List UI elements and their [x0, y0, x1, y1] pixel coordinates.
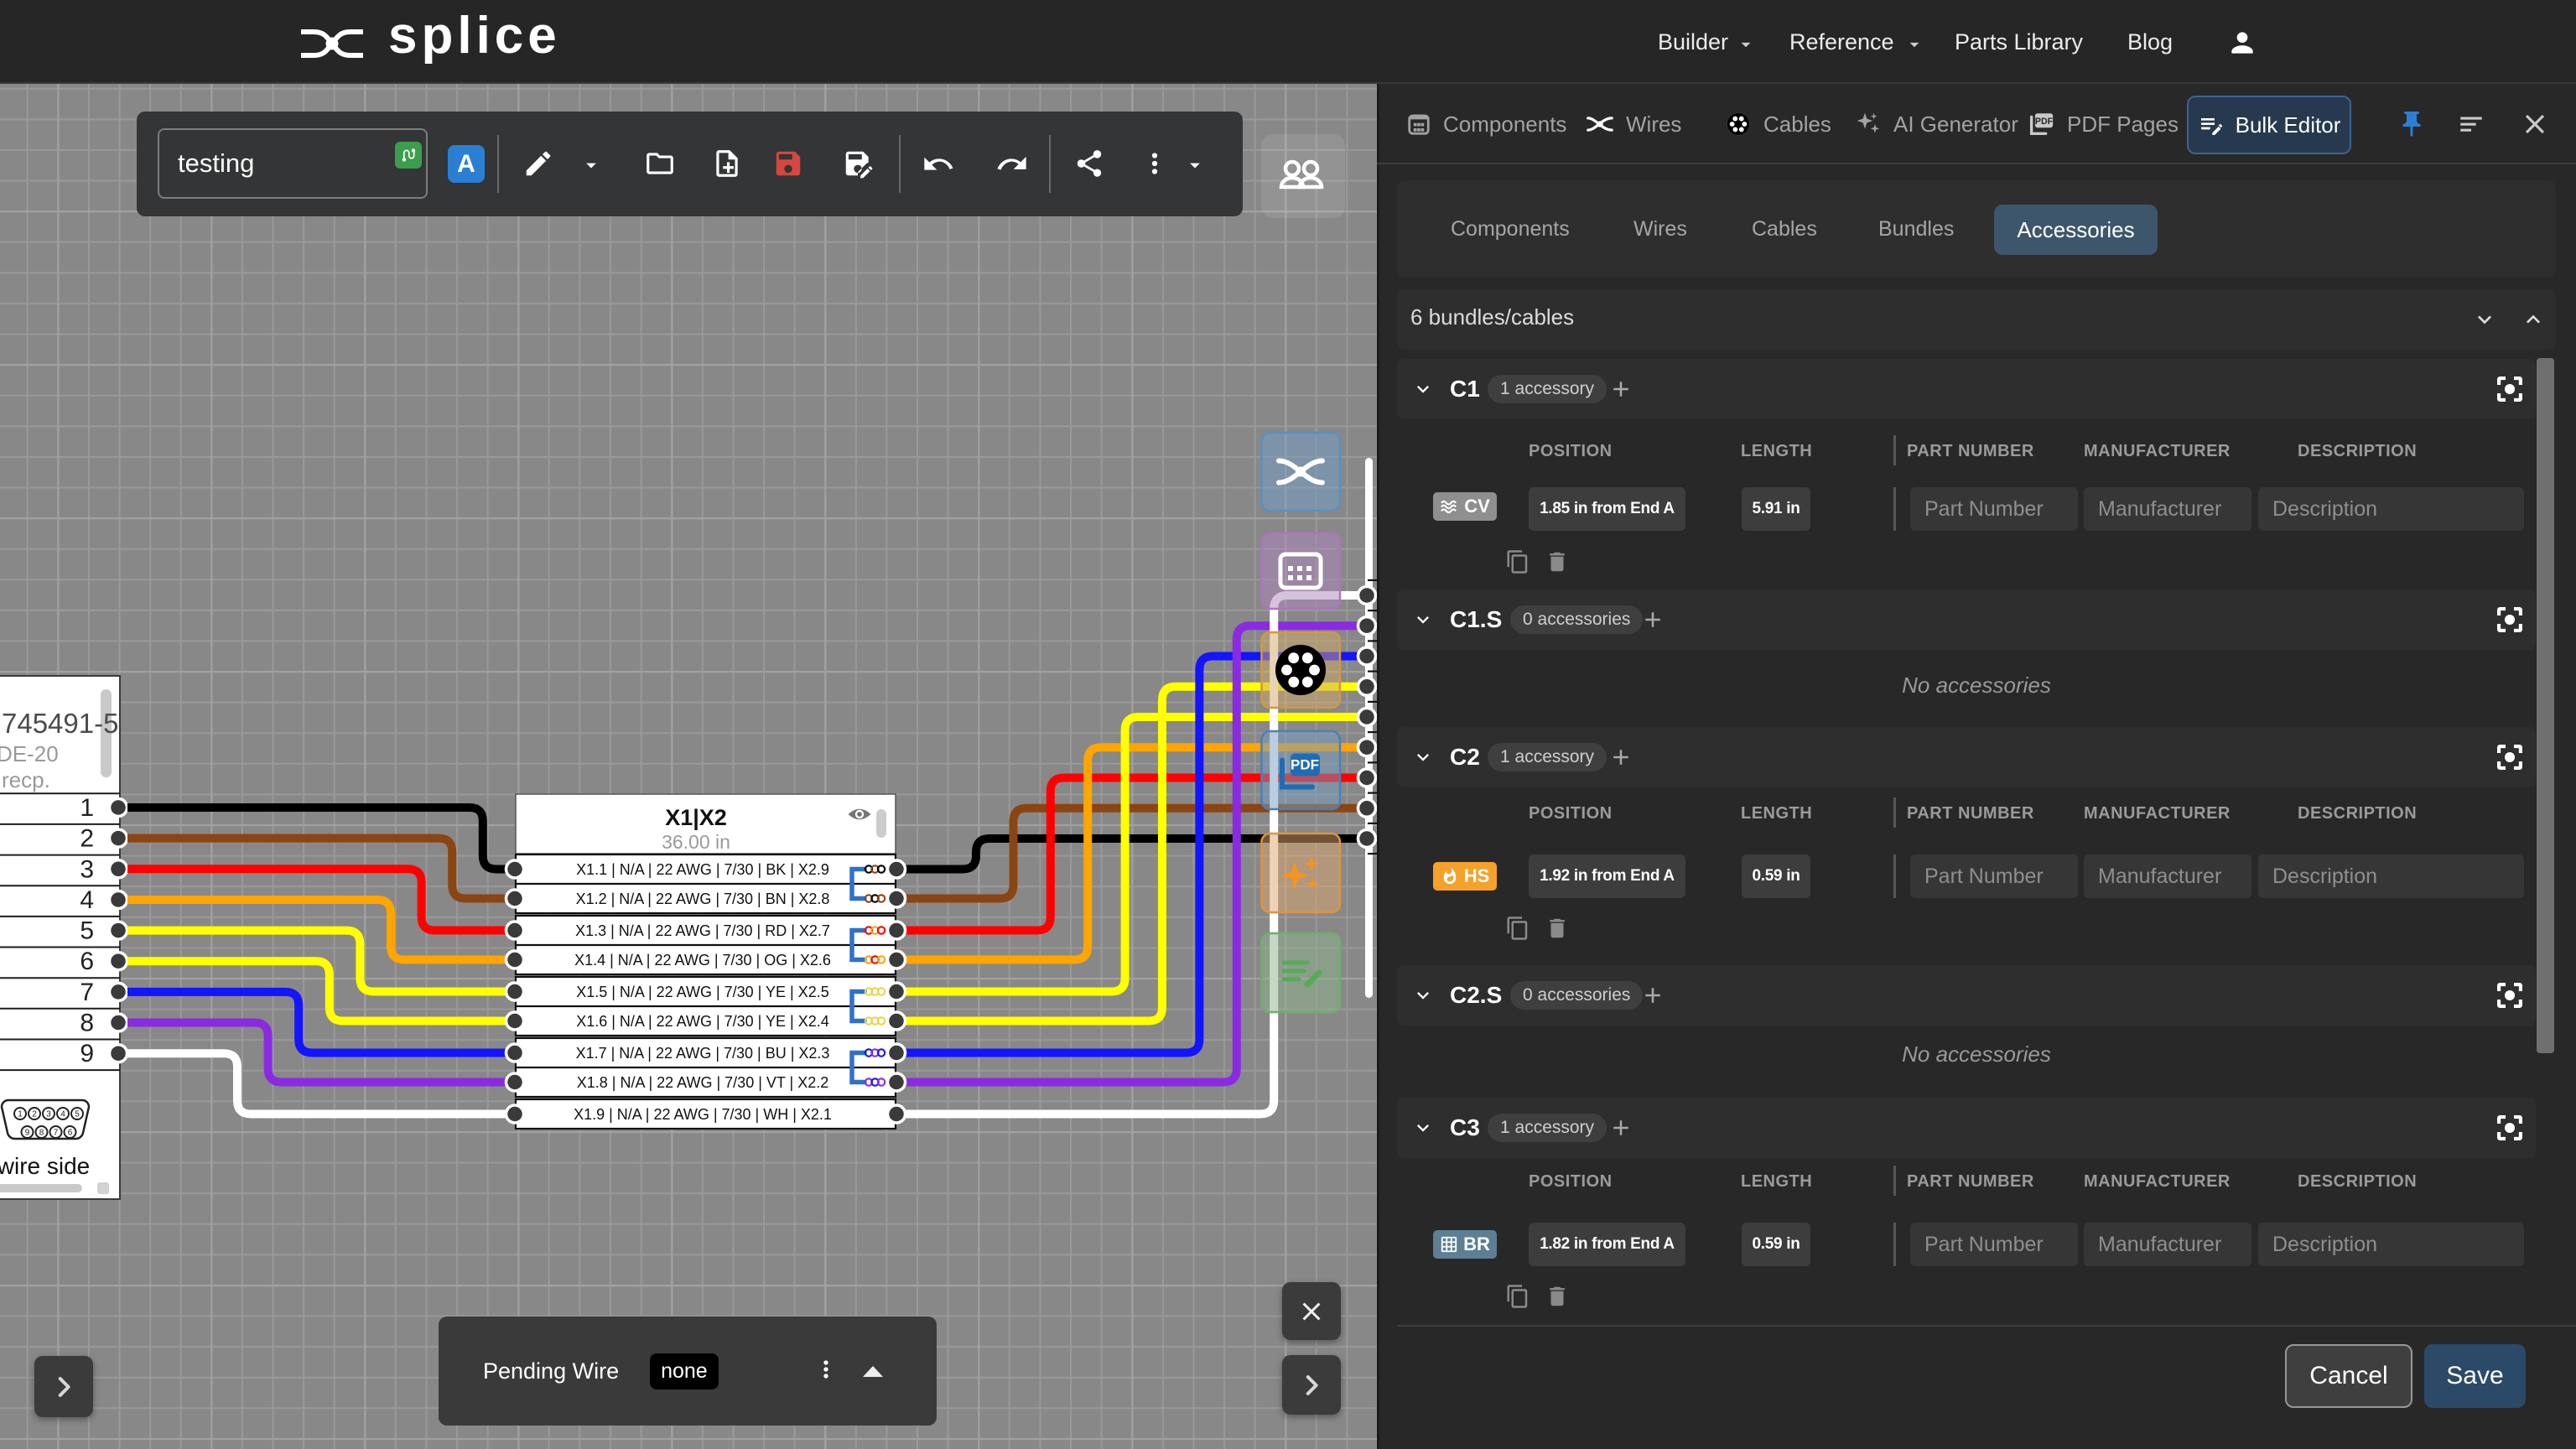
svg-text:X1.5 | N/A | 22 AWG | 7/30 | Y: X1.5 | N/A | 22 AWG | 7/30 | YE | X2.5 — [576, 984, 829, 1000]
svg-text:6: 6 — [80, 948, 94, 975]
svg-text:7: 7 — [54, 1129, 59, 1138]
svg-text:X1.8 | N/A | 22 AWG | 7/30 | V: X1.8 | N/A | 22 AWG | 7/30 | VT | X2.2 — [577, 1074, 829, 1091]
svg-text:X1.7 | N/A | 22 AWG | 7/30 | B: X1.7 | N/A | 22 AWG | 7/30 | BU | X2.3 — [576, 1045, 830, 1062]
svg-text:9: 9 — [25, 1129, 30, 1138]
svg-text:1: 1 — [80, 794, 94, 822]
svg-text:recp.: recp. — [2, 767, 50, 792]
svg-text:X1.6 | N/A | 22 AWG | 7/30 | Y: X1.6 | N/A | 22 AWG | 7/30 | YE | X2.4 — [576, 1013, 829, 1030]
svg-text:8: 8 — [39, 1129, 44, 1138]
svg-text:4: 4 — [80, 886, 94, 914]
svg-text:PDF: PDF — [1291, 757, 1319, 773]
svg-text:8: 8 — [80, 1010, 94, 1037]
svg-text:9: 9 — [80, 1040, 94, 1067]
svg-text:X1.1 | N/A | 22 AWG | 7/30 | B: X1.1 | N/A | 22 AWG | 7/30 | BK | X2.9 — [576, 861, 829, 878]
svg-text:3: 3 — [80, 855, 94, 883]
svg-text:3: 3 — [46, 1110, 51, 1119]
svg-text:4: 4 — [60, 1110, 65, 1119]
svg-text:PDF: PDF — [2035, 117, 2054, 127]
svg-text:wire side: wire side — [0, 1153, 90, 1179]
svg-text:2: 2 — [32, 1110, 37, 1119]
svg-text:X1.9 | N/A | 22 AWG | 7/30 | W: X1.9 | N/A | 22 AWG | 7/30 | WH | X2.1 — [574, 1106, 832, 1123]
svg-text:X1.4 | N/A | 22 AWG | 7/30 | O: X1.4 | N/A | 22 AWG | 7/30 | OG | X2.6 — [574, 952, 831, 969]
svg-text:7: 7 — [80, 979, 94, 1006]
svg-text:X1|X2: X1|X2 — [665, 805, 727, 830]
svg-text:36.00 in: 36.00 in — [662, 831, 730, 853]
svg-text:6: 6 — [68, 1129, 73, 1138]
svg-text:745491-5: 745491-5 — [2, 708, 118, 739]
svg-text:X1.2 | N/A | 22 AWG | 7/30 | B: X1.2 | N/A | 22 AWG | 7/30 | BN | X2.8 — [576, 891, 830, 907]
svg-text:5: 5 — [75, 1110, 80, 1119]
svg-text:X1.3 | N/A | 22 AWG | 7/30 | R: X1.3 | N/A | 22 AWG | 7/30 | RD | X2.7 — [575, 922, 830, 939]
svg-text:5: 5 — [80, 917, 94, 945]
svg-text:1: 1 — [18, 1110, 23, 1119]
svg-text:2: 2 — [80, 825, 94, 853]
svg-text:DE-20: DE-20 — [0, 741, 59, 766]
